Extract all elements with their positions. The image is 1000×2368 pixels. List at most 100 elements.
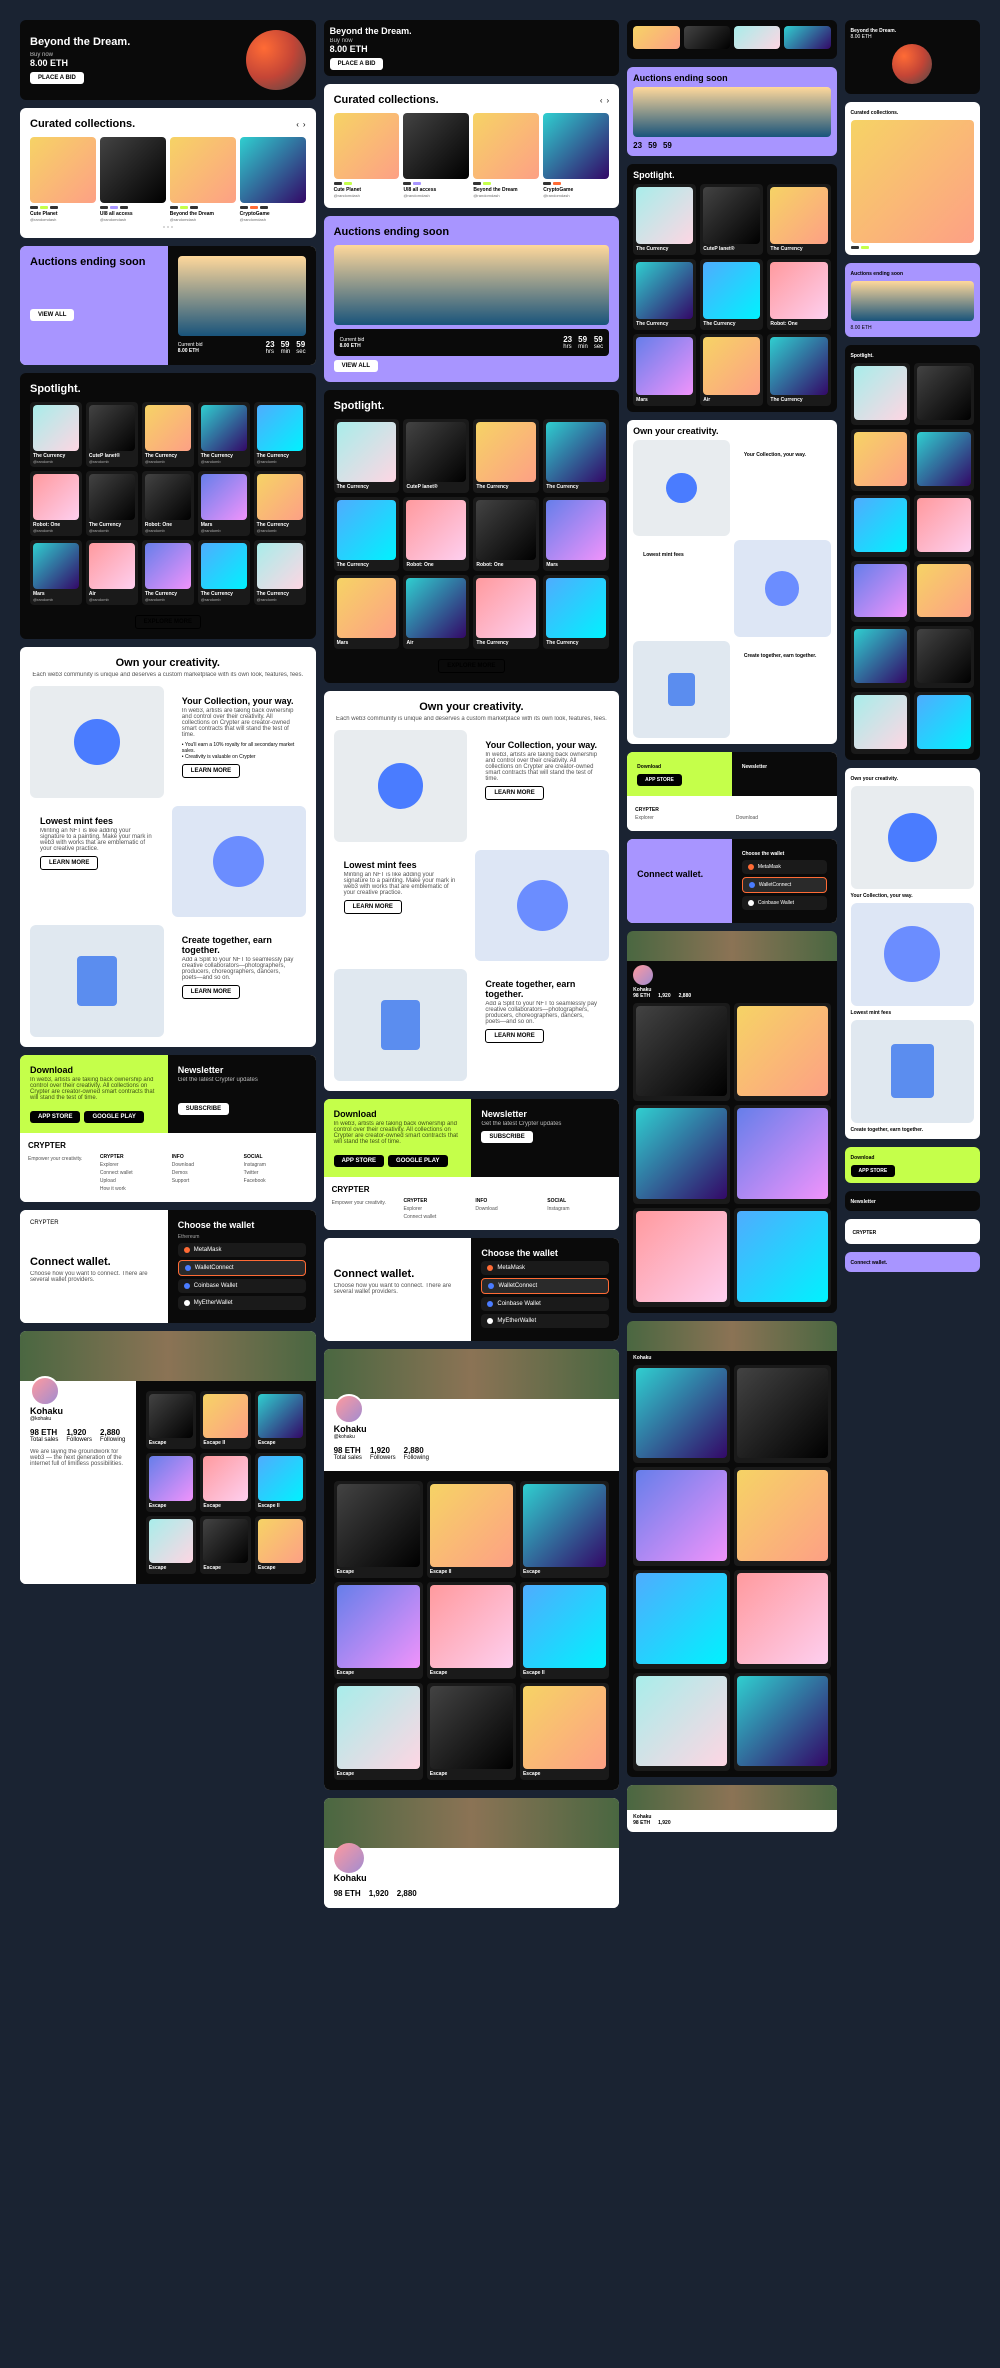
collection-item[interactable]: CryptoGame@randomdash (240, 137, 306, 222)
nft-item[interactable]: Robot: One (473, 497, 539, 571)
nft-item[interactable]: Mars (543, 497, 609, 571)
explore-button[interactable]: EXPLORE MORE (438, 659, 504, 673)
nft-item[interactable]: The Currency@randomb (86, 471, 138, 536)
nft-item[interactable]: Robot: One@randomb (30, 471, 82, 536)
learn-button[interactable]: LEARN MORE (40, 856, 98, 870)
nft-item[interactable]: The Currency@randomb (198, 402, 250, 467)
nft-item[interactable]: Escape II (427, 1481, 516, 1578)
collection-item[interactable]: UI8 all access@randomdash (403, 113, 469, 198)
nft-item[interactable]: Escape II (255, 1453, 306, 1512)
collection-item[interactable]: Beyond the Dream@randomdash (170, 137, 236, 222)
template-gallery: Beyond the Dream. Buy now 8.00 ETH PLACE… (20, 20, 980, 1908)
nft-item[interactable]: The Currency (543, 575, 609, 649)
explore-button[interactable]: EXPLORE MORE (135, 615, 201, 629)
nft-item[interactable]: Escape II (200, 1391, 251, 1450)
view-button[interactable]: VIEW ALL (334, 360, 378, 372)
nft-item[interactable]: The Currency (334, 419, 400, 493)
wallet-option[interactable]: MetaMask (178, 1243, 306, 1257)
nft-item[interactable]: Mars@randomb (30, 540, 82, 605)
learn-button[interactable]: LEARN MORE (182, 985, 240, 999)
nft-item[interactable]: The Currency (543, 419, 609, 493)
profile-banner (20, 1331, 316, 1381)
nft-item[interactable]: Escape (520, 1683, 609, 1780)
nft-item[interactable]: Escape (200, 1453, 251, 1512)
wallet-section: CRYPTERConnect wallet.Choose how you wan… (20, 1210, 316, 1323)
download-newsletter: DownloadIn web3, artists are taking back… (20, 1055, 316, 1202)
wallet-option[interactable]: WalletConnect (481, 1278, 609, 1294)
learn-button[interactable]: LEARN MORE (485, 786, 543, 800)
nft-item[interactable]: Escape (146, 1391, 197, 1450)
spotlight-mini: Spotlight. The Currency CuteP lanet® The… (627, 164, 836, 411)
download-newsletter: DownloadIn web3, artists are taking back… (324, 1099, 620, 1230)
creativity-section: Own your creativity.Each web3 community … (20, 647, 316, 1047)
wallet-option[interactable]: Coinbase Wallet (481, 1297, 609, 1311)
spotlight-section: Spotlight. The Currency CuteP lanet® The… (324, 390, 620, 683)
curated-mobile: Curated collections. (845, 102, 980, 255)
nft-item[interactable]: The Currency@randomb (254, 471, 306, 536)
wallet-option[interactable]: WalletConnect (178, 1260, 306, 1276)
nft-item[interactable]: The Currency@randomb (198, 540, 250, 605)
appstore-button[interactable]: APP STORE (30, 1111, 80, 1123)
arrow-icon[interactable]: › (606, 96, 609, 105)
collection-item[interactable]: CryptoGame@randomdash (543, 113, 609, 198)
nft-item[interactable]: Escape (146, 1453, 197, 1512)
nft-item[interactable]: The Currency@randomb (254, 402, 306, 467)
bid-button[interactable]: PLACE A BID (330, 58, 384, 70)
nft-item[interactable]: The Currency@randomb (142, 540, 194, 605)
wallet-option[interactable]: Coinbase Wallet (178, 1279, 306, 1293)
collection-item[interactable]: UI8 all access@randomdash (100, 137, 166, 222)
auctions-mini: Auctions ending soon 235959 (627, 67, 836, 156)
play-button[interactable]: GOOGLE PLAY (84, 1111, 143, 1123)
bid-button[interactable]: PLACE A BID (30, 72, 84, 84)
nft-item[interactable]: Escape (427, 1683, 516, 1780)
newsletter-mobile: Newsletter (845, 1191, 980, 1211)
learn-button[interactable]: LEARN MORE (182, 764, 240, 778)
collection-item[interactable]: Beyond the Dream@randomdash (473, 113, 539, 198)
nft-item[interactable]: The Currency (473, 575, 539, 649)
learn-button[interactable]: LEARN MORE (485, 1029, 543, 1043)
nft-item[interactable]: Escape II (520, 1582, 609, 1679)
nft-item[interactable]: CuteP lanet®@randomb (86, 402, 138, 467)
illustration (30, 686, 164, 797)
nft-item[interactable]: CuteP lanet® (403, 419, 469, 493)
nft-item[interactable]: Robot: One@randomb (142, 471, 194, 536)
subscribe-button[interactable]: SUBSCRIBE (481, 1131, 532, 1143)
nft-item[interactable]: The Currency@randomb (30, 402, 82, 467)
nft-item[interactable]: The Currency@randomb (254, 540, 306, 605)
arrow-right-icon[interactable]: › (303, 120, 306, 129)
nft-item[interactable]: Mars@randomb (198, 471, 250, 536)
view-all-button[interactable]: VIEW ALL (30, 309, 74, 321)
learn-button[interactable]: LEARN MORE (344, 900, 402, 914)
collection-item[interactable]: Cute Planet@randomdash (30, 137, 96, 222)
nft-item[interactable]: The Currency (334, 497, 400, 571)
appstore-button[interactable]: APP STORE (334, 1155, 384, 1167)
nft-item[interactable]: Mars (334, 575, 400, 649)
nft-item[interactable]: Escape (334, 1582, 423, 1679)
collection-item[interactable]: Cute Planet@randomdash (334, 113, 400, 198)
wallet-section: Connect wallet.Choose how you want to co… (324, 1238, 620, 1341)
wallet-option[interactable]: MetaMask (481, 1261, 609, 1275)
countdown: 23hrs59min59sec (266, 340, 306, 355)
nft-item[interactable]: The Currency (473, 419, 539, 493)
arrow-left-icon[interactable]: ‹ (296, 120, 299, 129)
nft-item[interactable]: Air@randomb (86, 540, 138, 605)
arrow-icon[interactable]: ‹ (600, 96, 603, 105)
nft-item[interactable]: The Currency@randomb (142, 402, 194, 467)
nft-item[interactable]: Escape (255, 1391, 306, 1450)
subscribe-button[interactable]: SUBSCRIBE (178, 1103, 229, 1115)
nft-item[interactable]: Escape (520, 1481, 609, 1578)
wallet-mobile: Connect wallet. (845, 1252, 980, 1272)
wallet-option[interactable]: MyEtherWallet (178, 1296, 306, 1310)
nft-item[interactable]: Escape (146, 1516, 197, 1575)
nft-item[interactable]: Escape (255, 1516, 306, 1575)
nft-item[interactable]: Escape (334, 1481, 423, 1578)
nft-item[interactable]: Escape (200, 1516, 251, 1575)
nft-item[interactable]: Escape (427, 1582, 516, 1679)
nft-item[interactable]: Air (403, 575, 469, 649)
download-mobile: Download APP STORE (845, 1147, 980, 1183)
nft-item[interactable]: Escape (334, 1683, 423, 1780)
wallet-option[interactable]: MyEtherWallet (481, 1314, 609, 1328)
nft-item[interactable]: Robot: One (403, 497, 469, 571)
play-button[interactable]: GOOGLE PLAY (388, 1155, 447, 1167)
hero-art (246, 30, 306, 90)
